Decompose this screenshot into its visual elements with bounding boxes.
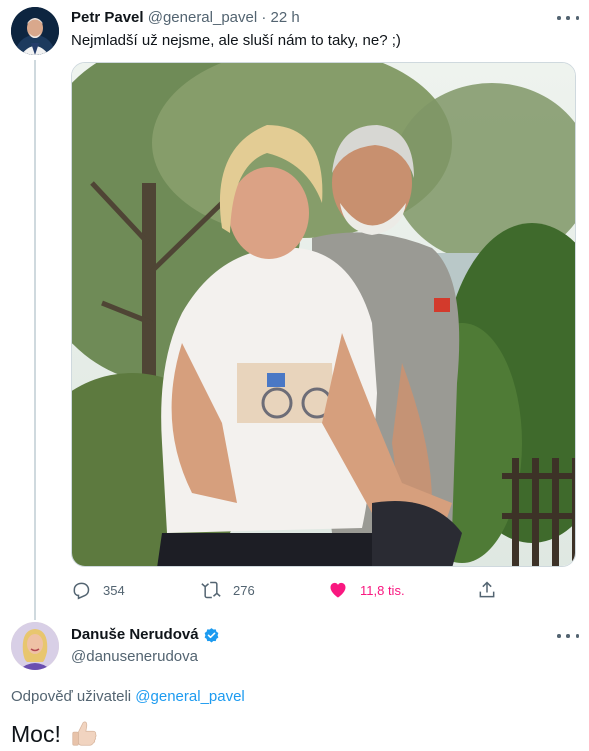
verified-badge-icon bbox=[204, 627, 218, 643]
tweet-photo[interactable] bbox=[71, 62, 576, 567]
author-handle[interactable]: @general_pavel bbox=[148, 9, 257, 26]
tweet-time[interactable]: 22 h bbox=[271, 9, 300, 26]
reply-button[interactable]: 354 bbox=[71, 578, 125, 602]
tweet[interactable]: Petr Pavel @general_pavel · 22 h Nejmlad… bbox=[0, 0, 589, 615]
share-button[interactable] bbox=[477, 578, 509, 602]
reply-author-handle[interactable]: @danusenerudova bbox=[71, 648, 198, 666]
reply-more-options-icon[interactable] bbox=[557, 627, 579, 645]
reply-author-name[interactable]: Danuše Nerudová bbox=[71, 626, 199, 644]
author-avatar[interactable] bbox=[11, 7, 59, 55]
author-name[interactable]: Petr Pavel bbox=[71, 9, 144, 26]
retweet-count: 276 bbox=[233, 582, 255, 598]
reply-icon bbox=[73, 582, 90, 600]
like-count: 11,8 tis. bbox=[360, 582, 405, 598]
like-button[interactable]: 11,8 tis. bbox=[328, 578, 405, 602]
replying-prefix: Odpověď uživateli bbox=[11, 688, 132, 705]
retweet-icon bbox=[201, 581, 221, 599]
photo-illustration bbox=[72, 63, 575, 566]
more-options-icon[interactable] bbox=[557, 9, 579, 27]
thumbs-up-emoji-icon bbox=[72, 721, 97, 746]
reply-author-avatar[interactable] bbox=[11, 622, 59, 670]
heart-icon bbox=[330, 582, 346, 598]
reply-header: Danuše Nerudová bbox=[71, 626, 220, 644]
reply-count: 354 bbox=[103, 582, 125, 598]
tweet-text: Nejmladší už nejsme, ale sluší nám to ta… bbox=[71, 32, 401, 49]
tweet-actions: 354 276 11,8 tis. bbox=[71, 578, 511, 602]
header-separator: · bbox=[261, 9, 267, 26]
replying-to-link[interactable]: @general_pavel bbox=[135, 688, 244, 705]
retweet-button[interactable]: 276 bbox=[201, 578, 255, 602]
reply-text: Moc! bbox=[11, 719, 99, 749]
share-icon bbox=[479, 581, 495, 598]
replying-to-line: Odpověď uživateli @general_pavel bbox=[11, 688, 245, 706]
tweet-header: Petr Pavel @general_pavel · 22 h bbox=[71, 9, 300, 27]
reply-text-content: Moc! bbox=[11, 721, 61, 747]
